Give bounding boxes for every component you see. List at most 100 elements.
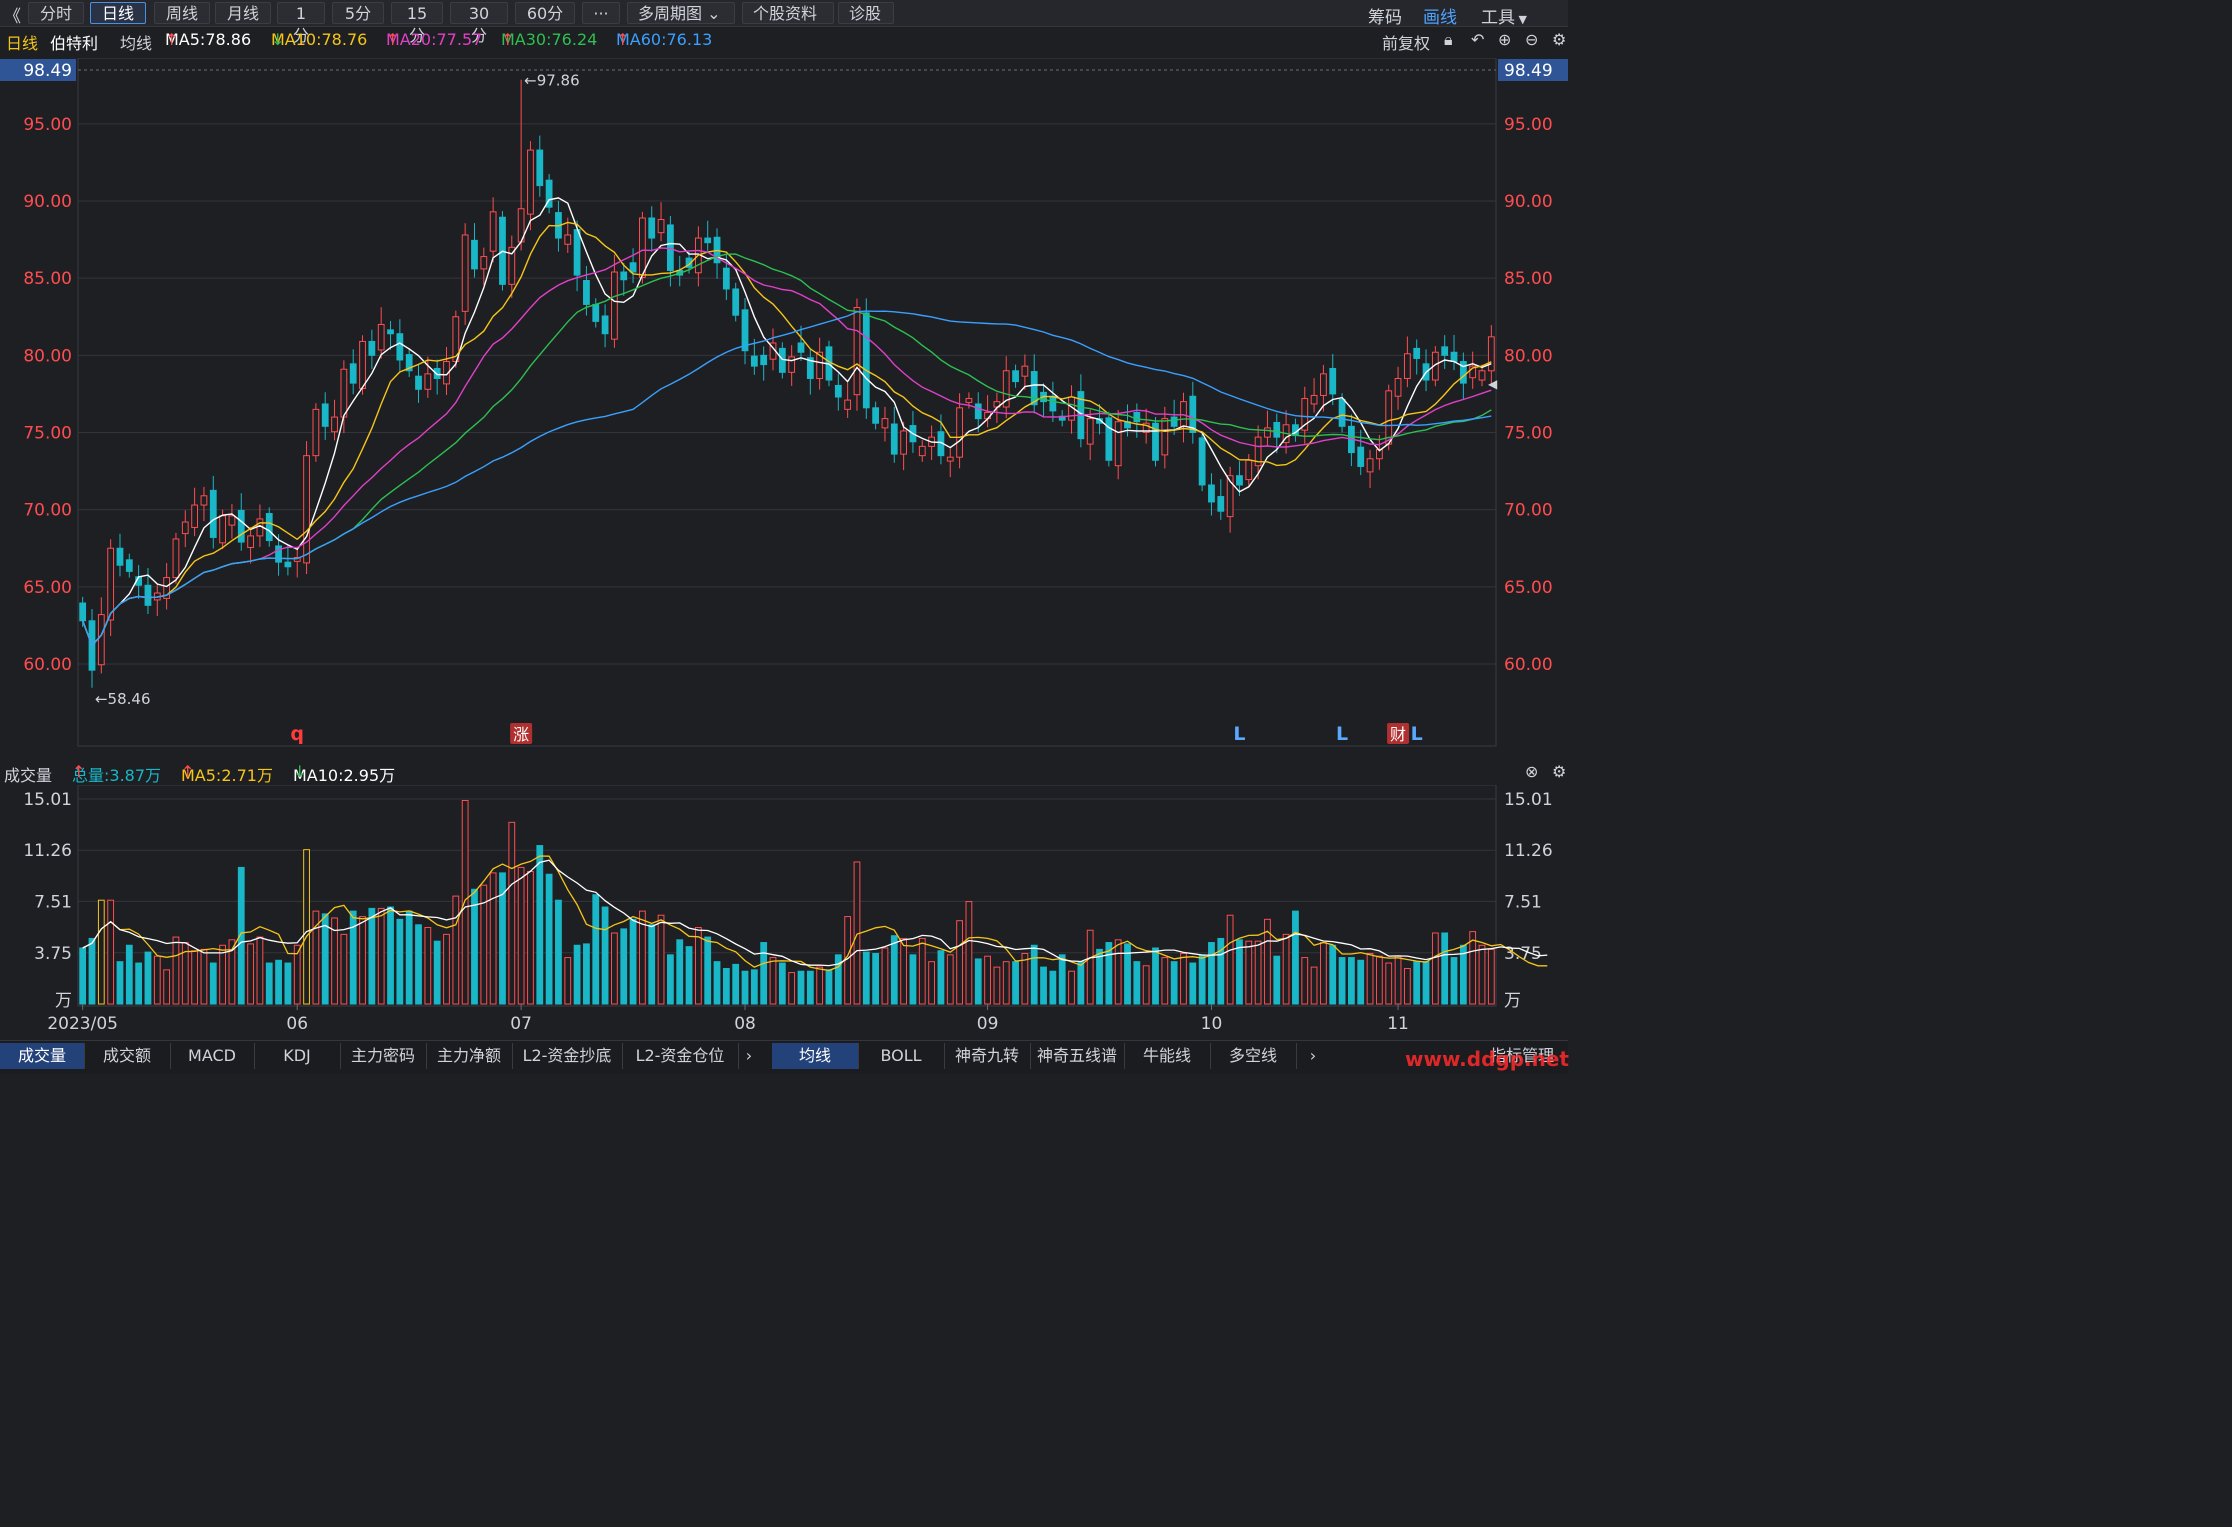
volume-bar — [881, 947, 889, 1005]
volume-bar — [1413, 961, 1421, 1005]
y-tick-label: 75.00 — [1504, 424, 1553, 444]
y-tick-label: 90.00 — [1504, 192, 1553, 212]
volume-bar — [88, 937, 96, 1005]
arrow-up-icon: ↑ — [181, 762, 195, 781]
indicator-tab-6[interactable]: L2-资金抄底 — [512, 1043, 623, 1069]
profile-button[interactable]: 个股资料 — [742, 2, 834, 24]
vol-tick-label: 15.01 — [1504, 790, 1553, 810]
y-tick-label: 80.00 — [23, 346, 72, 366]
volume-bar — [1133, 961, 1141, 1005]
candle-body — [974, 403, 982, 420]
settings-icon[interactable]: ⚙ — [1552, 30, 1566, 49]
zoom-out-icon[interactable]: ⊖ — [1525, 30, 1538, 49]
candle-body — [853, 307, 861, 396]
volume-bar — [1357, 959, 1365, 1005]
period-button-1[interactable]: 日线 — [90, 2, 146, 24]
lock-icon[interactable]: 🔒︎ — [1444, 30, 1453, 50]
multi-period-button[interactable]: 多周期图 ⌄ — [627, 2, 735, 24]
more-periods-button[interactable]: ··· — [582, 2, 620, 24]
volume-bar — [517, 866, 525, 1005]
candle-body — [573, 229, 581, 276]
chevron-right-icon[interactable]: › — [738, 1043, 760, 1069]
zoom-in-icon[interactable]: ⊕ — [1498, 30, 1511, 49]
period-toolbar: 《 分时 日线 周线 月线 1分 5分 15分 30分 60分 ··· 多周期图 ⌄ 个股资料 … — [0, 0, 1568, 45]
multi-period-label: 多周期图 — [638, 4, 703, 23]
tools-button[interactable]: 工具 ▼ — [1481, 3, 1527, 28]
chevron-right-icon[interactable]: › — [1302, 1043, 1324, 1069]
volume-bar — [489, 872, 497, 1005]
volume-bar — [937, 950, 945, 1005]
overlay-tab-4[interactable]: 牛能线 — [1124, 1043, 1211, 1069]
volume-bar — [872, 952, 880, 1005]
x-tick-label: 06 — [286, 1014, 308, 1034]
volume-bar — [825, 969, 833, 1005]
candlestick-chart[interactable]: 98.49 98.49 95.00 95.00 90.00 90.00 85.00 85.00… — [0, 58, 1568, 748]
volume-bar — [471, 888, 478, 1005]
volume-bar — [620, 928, 628, 1005]
y-tick-label: 80.00 — [1504, 346, 1553, 366]
period-button-3[interactable]: 月线 — [215, 2, 271, 24]
period-button-8[interactable]: 60分 — [515, 2, 575, 24]
vol-tick-label: 7.51 — [1504, 892, 1542, 912]
candle-body — [1357, 446, 1365, 467]
candle-body — [844, 399, 852, 410]
candle-body — [191, 504, 199, 528]
volume-bar — [536, 845, 544, 1005]
back-icon[interactable]: 《 — [4, 2, 21, 27]
indicator-tab-0[interactable]: 成交量 — [0, 1043, 85, 1069]
indicator-label[interactable]: 均线 — [120, 30, 152, 54]
event-marker: L — [1336, 723, 1348, 745]
overlay-tab-3[interactable]: 神奇五线谱 — [1030, 1043, 1125, 1069]
event-marker: L — [1411, 723, 1423, 745]
candle-body — [639, 217, 646, 278]
candle-body — [107, 547, 115, 621]
period-button-4[interactable]: 1分 — [277, 2, 325, 45]
candle-body — [340, 368, 348, 418]
indicator-tab-4[interactable]: 主力密码 — [340, 1043, 427, 1069]
volume-bar — [583, 943, 590, 1005]
volume-chart[interactable]: 15.01 15.01 11.26 11.26 7.51 7.51 3.75 3.75 万 万 20… — [0, 785, 1568, 1040]
volume-bar — [1273, 955, 1281, 1005]
candle-body — [956, 407, 963, 458]
settings-icon[interactable]: ⚙ — [1552, 762, 1566, 781]
indicator-tabs: 成交量 成交额 MACD KDJ 主力密码 主力净额 L2-资金抄底 L2-资金仓位 › 均线… — [0, 1040, 1569, 1074]
volume-bar — [666, 954, 674, 1005]
overlay-tab-2[interactable]: 神奇九转 — [944, 1043, 1031, 1069]
adjust-button[interactable]: 前复权 — [1382, 30, 1430, 54]
volume-bar — [153, 955, 161, 1005]
indicator-tab-5[interactable]: 主力净额 — [426, 1043, 513, 1069]
volume-bar — [219, 944, 226, 1005]
candle-body — [1198, 437, 1206, 486]
period-button-7[interactable]: 30分 — [450, 2, 508, 45]
draw-line-button[interactable]: 画线 — [1423, 3, 1457, 28]
candle-body — [732, 288, 740, 316]
volume-bar — [116, 961, 124, 1005]
candle-body — [265, 513, 273, 542]
overlay-tab-5[interactable]: 多空线 — [1210, 1043, 1297, 1069]
candle-body — [657, 219, 665, 234]
volume-title: 成交量 — [4, 766, 53, 785]
volume-bar — [1096, 948, 1103, 1005]
candle-body — [1049, 395, 1057, 412]
indicator-tab-1[interactable]: 成交额 — [84, 1043, 171, 1069]
arrow-up-icon: ↑ — [165, 30, 179, 49]
diagnose-button[interactable]: 诊股 — [838, 2, 894, 24]
indicator-tab-2[interactable]: MACD — [170, 1043, 255, 1069]
candle-body — [116, 547, 124, 566]
overlay-tab-1[interactable]: BOLL — [858, 1043, 945, 1069]
period-button-5[interactable]: 5分 — [332, 2, 384, 24]
period-button-0[interactable]: 分时 — [28, 2, 84, 24]
volume-bar — [778, 962, 786, 1005]
y-tick-label: 60.00 — [23, 655, 72, 675]
period-button-6[interactable]: 15分 — [391, 2, 443, 45]
indicator-tab-7[interactable]: L2-资金仓位 — [622, 1043, 739, 1069]
candle-body — [527, 149, 534, 215]
undo-icon[interactable]: ↶ — [1471, 30, 1484, 49]
chip-button[interactable]: 筹码 — [1368, 3, 1402, 28]
volume-bar — [275, 959, 282, 1005]
close-icon[interactable]: ⊗ — [1525, 762, 1538, 781]
overlay-tab-0[interactable]: 均线 — [772, 1043, 859, 1069]
indicator-tab-3[interactable]: KDJ — [254, 1043, 341, 1069]
period-button-2[interactable]: 周线 — [154, 2, 210, 24]
volume-bar — [984, 955, 991, 1005]
